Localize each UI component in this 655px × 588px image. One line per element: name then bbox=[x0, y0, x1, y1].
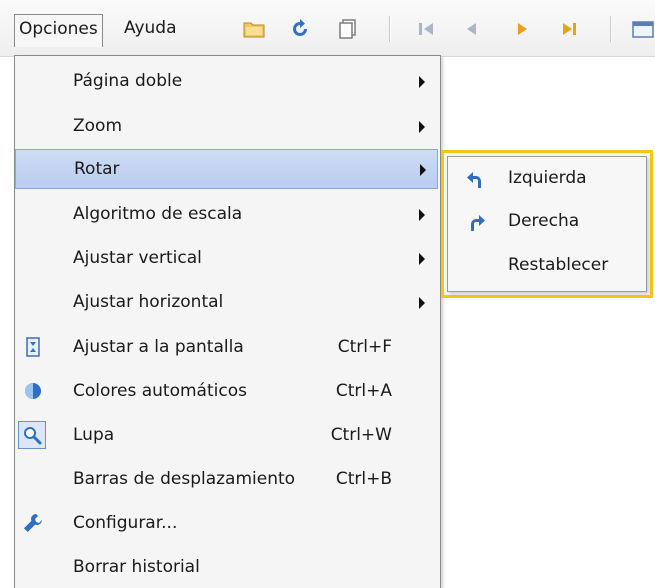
menu-item-label: Lupa bbox=[73, 425, 115, 445]
toolbar-separator bbox=[389, 16, 391, 42]
last-page-icon[interactable] bbox=[558, 18, 582, 40]
menu-item-label: Ajustar vertical bbox=[73, 248, 202, 268]
menu-item-lupa[interactable]: Lupa Ctrl+W bbox=[15, 415, 438, 455]
menu-item-label: Ajustar horizontal bbox=[73, 292, 224, 312]
submenu-arrow-icon bbox=[419, 76, 425, 88]
first-page-icon[interactable] bbox=[414, 18, 438, 40]
fit-screen-icon bbox=[21, 335, 45, 359]
menu-item-borrar-historial[interactable]: Borrar historial bbox=[15, 547, 438, 587]
menu-item-ajustar-a-la-pantalla[interactable]: Ajustar a la pantalla Ctrl+F bbox=[15, 327, 438, 367]
submenu-item-izquierda[interactable]: Izquierda bbox=[448, 160, 644, 200]
toolbar-separator bbox=[610, 16, 612, 42]
rotar-submenu-panel: Izquierda Derecha Restablecer bbox=[447, 156, 647, 292]
menu-item-label: Ajustar a la pantalla bbox=[73, 337, 244, 357]
submenu-item-label: Derecha bbox=[508, 211, 580, 231]
submenu-arrow-icon bbox=[419, 297, 425, 309]
menu-item-barras-de-desplazamiento[interactable]: Barras de desplazamiento Ctrl+B bbox=[15, 459, 438, 499]
submenu-arrow-icon bbox=[419, 121, 425, 133]
menu-item-colores-automaticos[interactable]: Colores automáticos Ctrl+A bbox=[15, 371, 438, 411]
menu-ayuda[interactable]: Ayuda bbox=[120, 14, 181, 44]
menu-item-label: Barras de desplazamiento bbox=[73, 469, 296, 489]
menu-bar: Opciones Ayuda bbox=[0, 0, 655, 57]
rotar-submenu: Izquierda Derecha Restablecer bbox=[441, 150, 653, 298]
submenu-arrow-icon bbox=[419, 209, 425, 221]
submenu-item-derecha[interactable]: Derecha bbox=[448, 203, 644, 243]
submenu-item-label: Izquierda bbox=[508, 168, 587, 188]
menu-item-label: Página doble bbox=[73, 71, 183, 91]
menu-opciones-label: Opciones bbox=[19, 19, 98, 39]
menu-ayuda-label: Ayuda bbox=[124, 18, 177, 38]
prev-page-icon[interactable] bbox=[460, 18, 484, 40]
menu-item-zoom[interactable]: Zoom bbox=[15, 106, 438, 146]
magnifier-icon bbox=[18, 421, 46, 449]
menu-item-ajustar-vertical[interactable]: Ajustar vertical bbox=[15, 238, 438, 278]
shortcut-label: Ctrl+A bbox=[335, 381, 392, 401]
menu-item-configurar[interactable]: Configurar... bbox=[15, 503, 438, 543]
menu-item-ajustar-horizontal[interactable]: Ajustar horizontal bbox=[15, 282, 438, 322]
shortcut-label: Ctrl+B bbox=[335, 469, 392, 489]
submenu-item-label: Restablecer bbox=[508, 255, 609, 275]
menu-item-label: Colores automáticos bbox=[73, 381, 247, 401]
wrench-icon bbox=[21, 511, 45, 535]
reload-icon[interactable] bbox=[288, 18, 312, 40]
menu-item-label: Zoom bbox=[73, 116, 123, 136]
menu-item-label: Algoritmo de escala bbox=[73, 204, 243, 224]
menu-item-rotar[interactable]: Rotar bbox=[15, 149, 438, 189]
next-page-icon[interactable] bbox=[510, 18, 534, 40]
folder-icon[interactable] bbox=[242, 18, 266, 40]
menu-item-algoritmo-de-escala[interactable]: Algoritmo de escala bbox=[15, 194, 438, 234]
submenu-item-restablecer[interactable]: Restablecer bbox=[448, 247, 644, 287]
menu-opciones[interactable]: Opciones bbox=[14, 14, 103, 47]
window-icon[interactable] bbox=[630, 18, 654, 40]
copy-icon[interactable] bbox=[336, 18, 360, 40]
rotate-left-icon bbox=[464, 168, 488, 192]
submenu-arrow-icon bbox=[420, 164, 426, 176]
menu-item-label: Borrar historial bbox=[73, 557, 200, 577]
submenu-arrow-icon bbox=[419, 253, 425, 265]
shortcut-label: Ctrl+F bbox=[337, 337, 392, 357]
menu-item-pagina-doble[interactable]: Página doble bbox=[15, 61, 438, 101]
opciones-dropdown: Página doble Zoom Rotar Algoritmo de esc… bbox=[14, 55, 441, 588]
menu-item-label: Configurar... bbox=[73, 513, 178, 533]
auto-colors-icon bbox=[21, 379, 45, 403]
menu-item-label: Rotar bbox=[74, 159, 120, 179]
rotate-right-icon bbox=[464, 211, 488, 235]
shortcut-label: Ctrl+W bbox=[330, 425, 392, 445]
